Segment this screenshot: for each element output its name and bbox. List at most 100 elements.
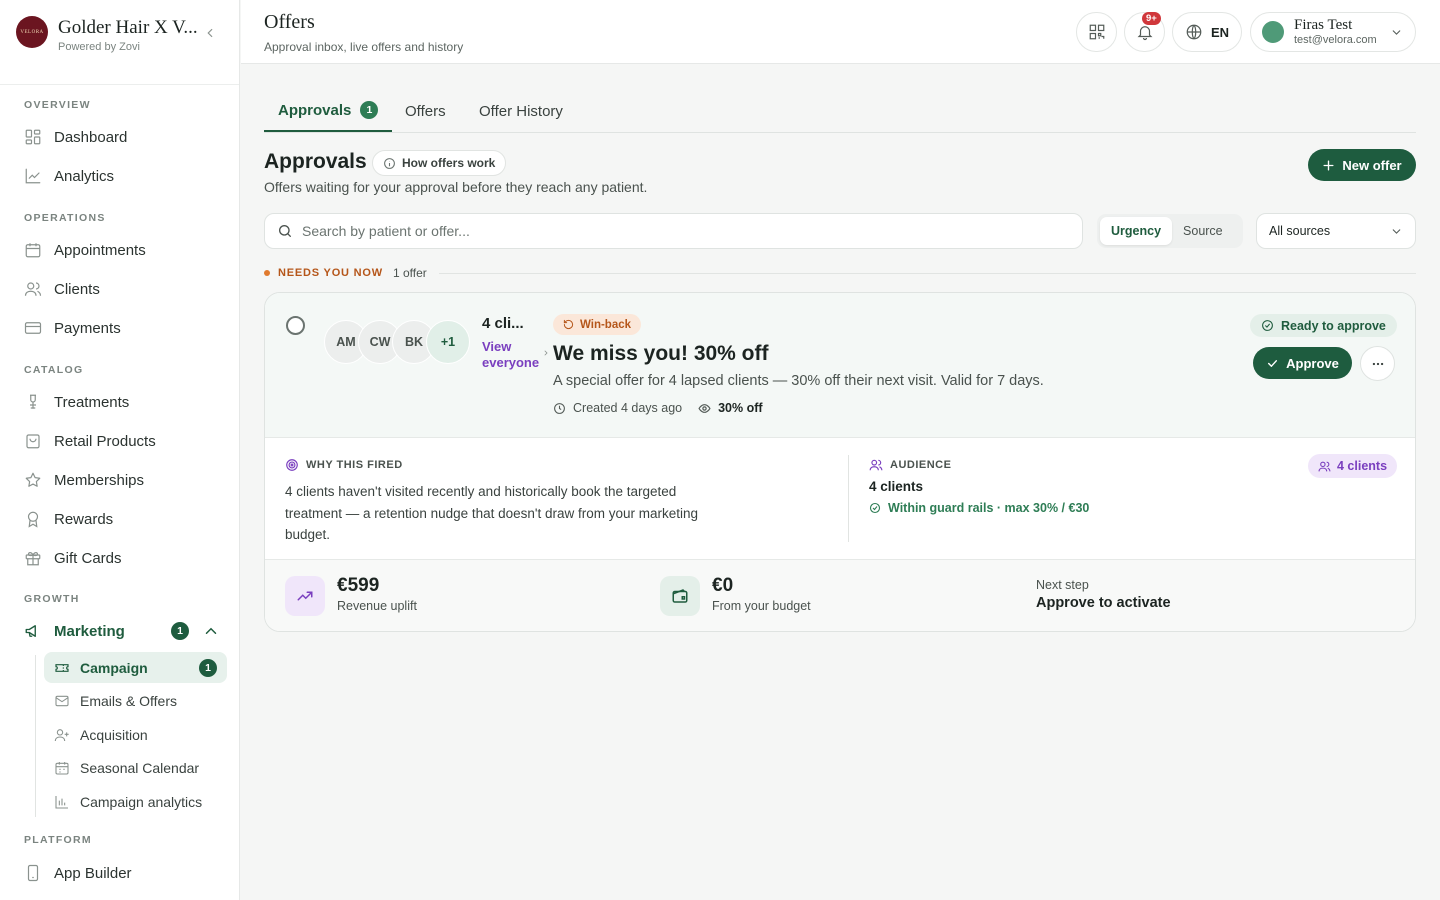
win-back-tag: Win-back bbox=[553, 314, 642, 335]
smartphone-icon bbox=[27, 864, 39, 882]
section-label-operations: OPERATIONS bbox=[24, 212, 106, 224]
sidebar-subitem-label: Campaign bbox=[80, 659, 148, 676]
audience-count: 4 clients bbox=[869, 479, 924, 494]
status-badge: Ready to approve bbox=[1250, 314, 1397, 337]
revenue-uplift-value: €599 bbox=[337, 575, 380, 596]
sidebar-item-memberships[interactable]: Memberships bbox=[24, 467, 224, 493]
sidebar-item-dashboard[interactable]: Dashboard bbox=[24, 124, 224, 150]
sidebar-item-rewards[interactable]: Rewards bbox=[24, 506, 224, 532]
audience-label: AUDIENCE bbox=[890, 459, 952, 471]
qr-code-button[interactable] bbox=[1076, 12, 1117, 52]
new-offer-label: New offer bbox=[1342, 157, 1402, 173]
sidebar-item-label: App Builder bbox=[54, 864, 132, 882]
sidebar-subitem-seasonal-calendar[interactable]: Seasonal Calendar bbox=[44, 752, 227, 783]
language-button[interactable]: EN bbox=[1172, 12, 1242, 52]
credit-card-icon bbox=[24, 322, 42, 334]
sidebar-item-treatments[interactable]: Treatments bbox=[24, 389, 224, 415]
section-label-platform: PLATFORM bbox=[24, 834, 92, 846]
offer-created: Created 4 days ago bbox=[573, 401, 683, 415]
section-divider bbox=[848, 455, 849, 542]
new-offer-button[interactable]: New offer bbox=[1308, 149, 1416, 181]
wallet-icon bbox=[672, 589, 688, 603]
offer-title: We miss you! 30% off bbox=[553, 342, 769, 365]
tab-offers[interactable]: Offers bbox=[405, 90, 446, 133]
revenue-uplift-label: Revenue uplift bbox=[337, 599, 417, 613]
campaign-count-badge: 1 bbox=[199, 658, 217, 677]
sidebar-item-retail-products[interactable]: Retail Products bbox=[24, 428, 224, 454]
tab-label: Approvals bbox=[278, 101, 352, 119]
user-menu-button[interactable]: Firas Test test@velora.com bbox=[1250, 12, 1416, 52]
page-subtitle: Approval inbox, live offers and history bbox=[264, 40, 464, 54]
tab-approvals[interactable]: Approvals 1 bbox=[264, 90, 393, 132]
sidebar-subitem-campaign-analytics[interactable]: Campaign analytics bbox=[44, 786, 227, 817]
users-icon bbox=[24, 282, 42, 296]
plus-icon bbox=[1323, 159, 1334, 171]
sidebar-item-clients[interactable]: Clients bbox=[24, 276, 224, 302]
sort-source-option[interactable]: Source bbox=[1172, 217, 1234, 245]
win-back-label: Win-back bbox=[580, 318, 632, 331]
budget-label: From your budget bbox=[712, 599, 811, 613]
how-offers-work-button[interactable]: How offers work bbox=[372, 150, 507, 176]
status-label: Ready to approve bbox=[1281, 318, 1386, 333]
submenu-guide-line bbox=[35, 655, 36, 817]
sidebar-item-analytics[interactable]: Analytics bbox=[24, 163, 224, 189]
sidebar-subitem-label: Emails & Offers bbox=[80, 692, 177, 709]
urgency-label: NEEDS YOU NOW bbox=[278, 267, 383, 279]
check-icon bbox=[1268, 359, 1278, 367]
more-actions-button[interactable] bbox=[1360, 346, 1395, 381]
chevron-up-icon[interactable] bbox=[202, 622, 220, 640]
clock-icon bbox=[554, 402, 565, 414]
sidebar-subitem-label: Seasonal Calendar bbox=[80, 759, 200, 776]
source-select[interactable]: All sources bbox=[1256, 213, 1416, 249]
sidebar-item-payments[interactable]: Payments bbox=[24, 315, 224, 341]
brand-logo[interactable]: VELORA bbox=[16, 16, 48, 48]
more-horizontal-icon bbox=[1372, 362, 1383, 365]
guard-rails-label: Within guard rails · max 30% / €30 bbox=[888, 501, 1090, 515]
select-offer-radio[interactable] bbox=[286, 316, 305, 335]
language-label: EN bbox=[1210, 24, 1230, 40]
why-text: 4 clients haven't visited recently and h… bbox=[285, 484, 699, 542]
sidebar-subitem-emails-offers[interactable]: Emails & Offers bbox=[44, 685, 227, 716]
search-icon bbox=[279, 225, 291, 237]
rotate-ccw-icon bbox=[563, 319, 574, 330]
qr-code-icon bbox=[1089, 24, 1104, 40]
sidebar-item-marketing[interactable]: Marketing 1 bbox=[24, 618, 224, 644]
sidebar-item-app-builder[interactable]: App Builder bbox=[24, 860, 224, 886]
approve-button[interactable]: Approve bbox=[1253, 347, 1352, 379]
sidebar-item-label: Dashboard bbox=[54, 128, 128, 146]
urgency-dot bbox=[264, 270, 270, 276]
star-icon bbox=[25, 472, 41, 487]
sidebar-item-label: Clients bbox=[54, 280, 100, 298]
source-select-value: All sources bbox=[1269, 224, 1331, 238]
budget-value: €0 bbox=[712, 575, 734, 596]
mail-icon bbox=[55, 695, 69, 706]
next-step-value: Approve to activate bbox=[1036, 595, 1171, 611]
user-avatar bbox=[1262, 21, 1284, 43]
sort-urgency-option[interactable]: Urgency bbox=[1100, 217, 1173, 245]
sidebar-subitem-campaign[interactable]: Campaign 1 bbox=[44, 652, 227, 683]
search-input[interactable] bbox=[302, 223, 1062, 239]
collapse-sidebar-icon[interactable] bbox=[203, 26, 217, 40]
notifications-button[interactable]: 9+ bbox=[1124, 12, 1165, 52]
tab-offer-history[interactable]: Offer History bbox=[479, 90, 563, 133]
sidebar-subitem-acquisition[interactable]: Acquisition bbox=[44, 719, 227, 750]
clients-pill[interactable]: 4 clients bbox=[1308, 454, 1398, 478]
view-everyone-link[interactable]: View everyone bbox=[482, 339, 539, 371]
sort-toggle: Urgency Source bbox=[1097, 214, 1243, 248]
sidebar-item-label: Treatments bbox=[54, 393, 130, 411]
budget-stat-icon-wrap bbox=[660, 576, 700, 616]
gift-icon bbox=[25, 552, 41, 566]
why-label-row: WHY THIS FIRED bbox=[285, 458, 845, 472]
sidebar-item-label: Memberships bbox=[54, 471, 145, 489]
users-icon bbox=[1318, 461, 1331, 471]
section-label-overview: OVERVIEW bbox=[24, 99, 91, 111]
check-circle-icon bbox=[1262, 320, 1273, 331]
notifications-badge: 9+ bbox=[1142, 12, 1161, 25]
approvals-title: Approvals bbox=[264, 150, 367, 173]
section-label-catalog: CATALOG bbox=[24, 364, 84, 376]
sidebar-item-appointments[interactable]: Appointments bbox=[24, 237, 224, 263]
users-icon bbox=[869, 459, 883, 471]
sidebar-item-label: Gift Cards bbox=[54, 549, 122, 567]
avatar-overflow: +1 bbox=[426, 320, 470, 364]
sidebar-item-gift-cards[interactable]: Gift Cards bbox=[24, 545, 224, 571]
